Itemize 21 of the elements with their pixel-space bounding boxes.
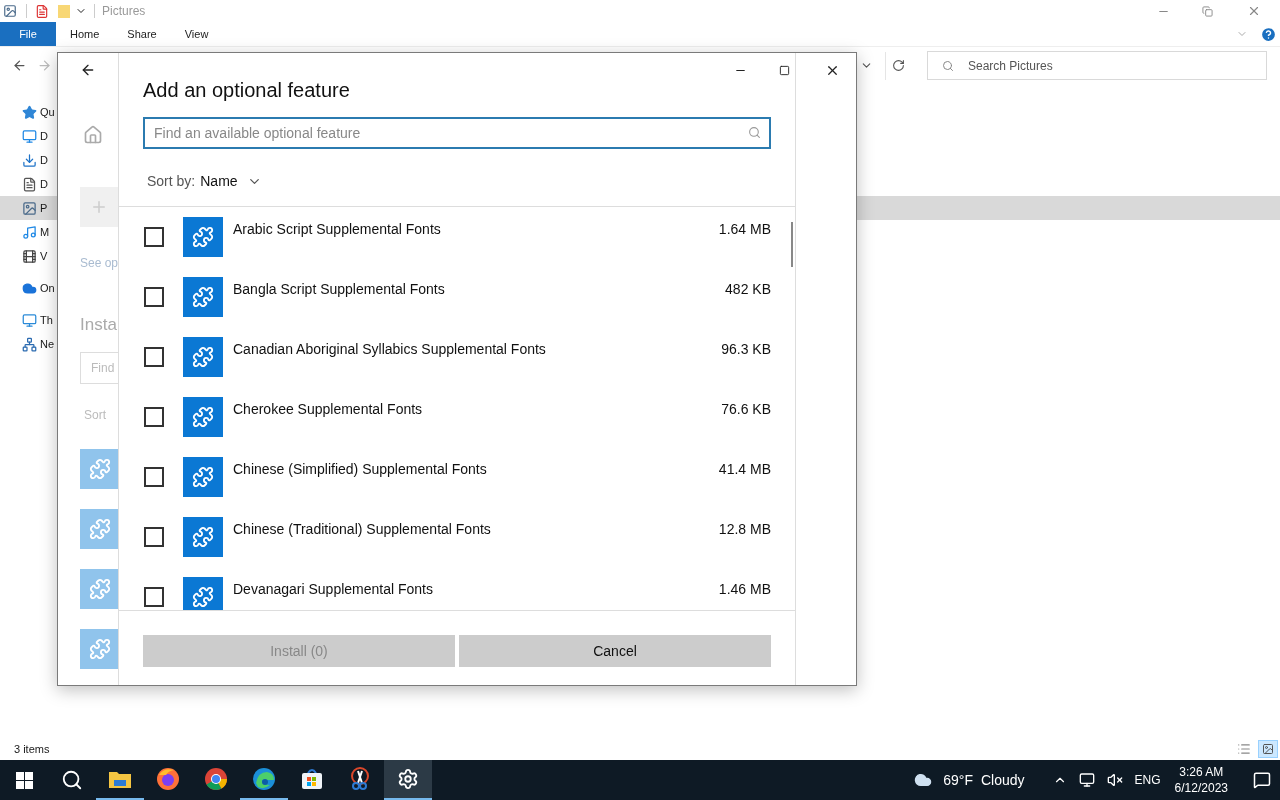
feature-size: 96.3 KB	[721, 340, 771, 359]
feature-size: 1.46 MB	[718, 580, 771, 599]
status-text: 3 items	[14, 741, 50, 757]
window-title: Pictures	[102, 3, 146, 20]
feature-size: 1.64 MB	[718, 220, 771, 239]
feature-name: Bangla Script Supplemental Fonts	[233, 280, 446, 299]
feature-size: 76.6 KB	[721, 400, 771, 419]
feature-name: Chinese (Traditional) Supplemental Fonts	[233, 520, 492, 539]
feature-size: 12.8 MB	[718, 520, 771, 539]
feature-name: Chinese (Simplified) Supplemental Fonts	[233, 460, 488, 479]
feature-name: Devanagari Supplemental Fonts	[233, 580, 434, 599]
feature-size: 41.4 MB	[718, 460, 771, 479]
weather-condition: Cloudy	[981, 770, 1025, 790]
feature-size: 482 KB	[725, 280, 771, 299]
installed-heading: Insta	[80, 314, 118, 336]
feature-name: Arabic Script Supplemental Fonts	[233, 220, 442, 239]
dialog-title: Add an optional feature	[143, 78, 351, 103]
feature-name: Canadian Aboriginal Syllabics Supplemental Fonts	[233, 340, 547, 359]
temperature-text: 69°F	[943, 770, 973, 790]
sort-label: Sort	[84, 406, 107, 424]
feature-name: Cherokee Supplemental Fonts	[233, 400, 424, 419]
